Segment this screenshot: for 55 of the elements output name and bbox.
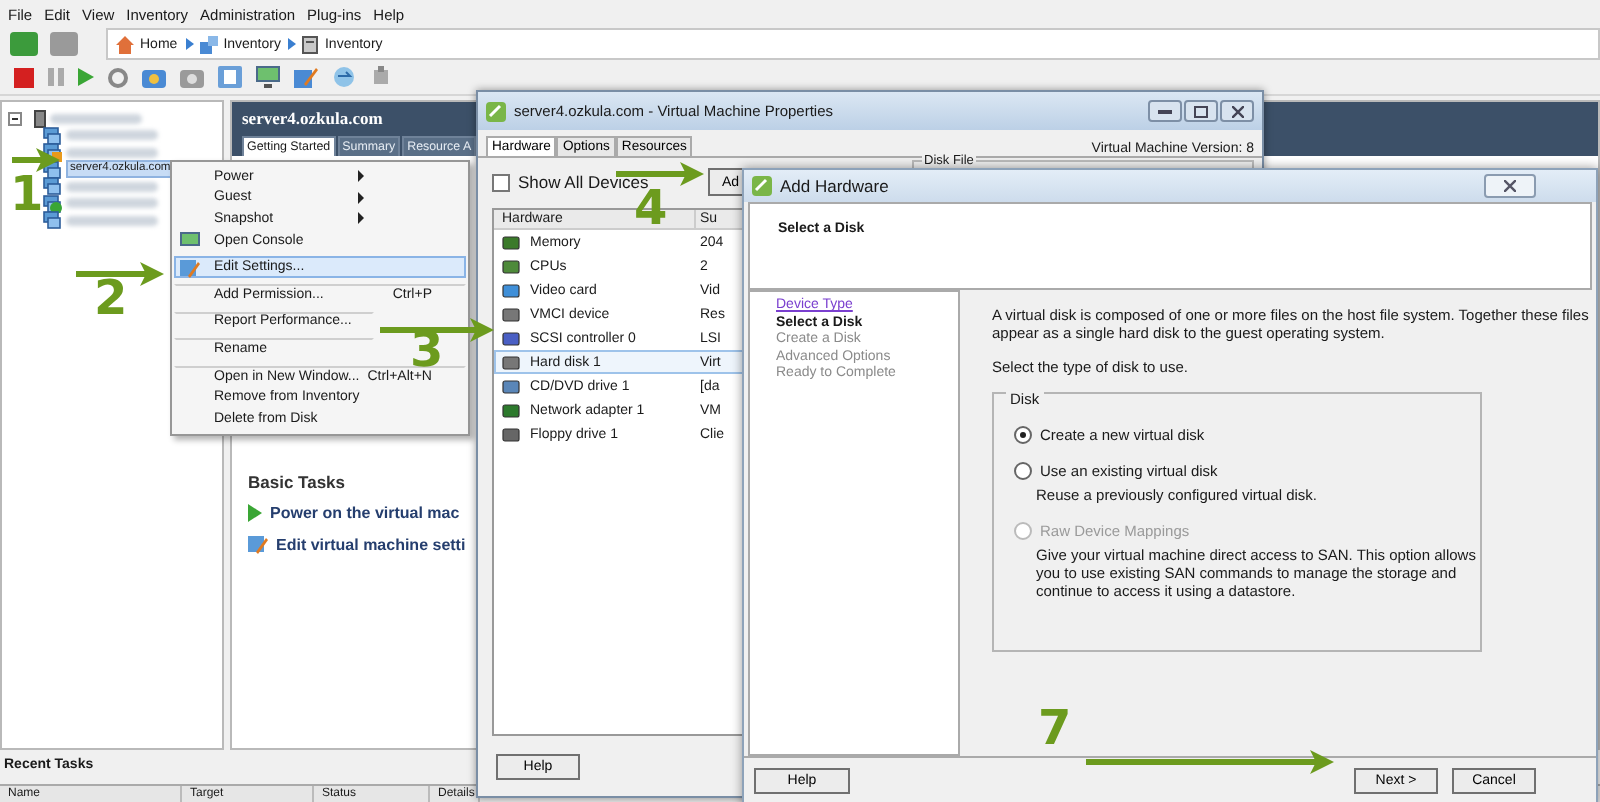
server-icon (34, 109, 46, 128)
console-icon (180, 231, 200, 250)
monitor-icon (502, 283, 520, 297)
refresh-icon[interactable] (108, 67, 128, 87)
panel-title: server4.ozkula.com (242, 106, 383, 128)
edit-icon (180, 257, 200, 278)
maximize-icon (1194, 105, 1208, 117)
close-button[interactable] (1484, 174, 1536, 198)
console-icon[interactable] (256, 66, 280, 88)
drive-icon (502, 355, 520, 369)
stop-icon[interactable] (14, 67, 34, 87)
collapse-icon[interactable] (8, 111, 22, 126)
drive-icon (502, 307, 520, 321)
virtual-machine-icon (42, 176, 62, 197)
task-link[interactable]: Edit virtual machine setti (276, 535, 466, 553)
manager-icon[interactable] (218, 66, 242, 88)
play-icon (248, 504, 262, 522)
migrate-icon[interactable] (332, 66, 356, 88)
step-number: 1 (10, 172, 44, 216)
section-heading: Basic Tasks (248, 472, 346, 492)
chip-icon (502, 259, 520, 273)
virtual-machine-icon (42, 210, 62, 231)
snapshot-icon[interactable] (142, 66, 166, 88)
checkbox[interactable] (492, 173, 510, 191)
step-number: 7 (1038, 706, 1072, 750)
window-icon (752, 176, 772, 196)
close-button[interactable] (1220, 100, 1254, 122)
chevron-icon (185, 38, 194, 50)
server-icon (302, 35, 319, 53)
task-link[interactable]: Power on the virtual mac (270, 504, 460, 522)
dialog-title: Add Hardware (780, 176, 889, 196)
radio-button[interactable] (1014, 426, 1032, 444)
memory-icon (502, 235, 520, 249)
play-icon[interactable] (78, 68, 94, 86)
edit-icon[interactable] (294, 66, 318, 88)
window-icon (486, 101, 506, 121)
minimize-button[interactable] (1148, 100, 1182, 122)
plugin-icon[interactable] (370, 66, 392, 88)
inventory-icon (199, 35, 218, 53)
chevron-icon (288, 38, 297, 50)
close-icon (1504, 180, 1516, 192)
pointer-arrow (12, 148, 60, 172)
checkbox-label[interactable]: Show All Devices (518, 172, 649, 192)
floppy-drive-icon (502, 427, 520, 441)
step-number: 2 (94, 276, 128, 320)
close-icon (1231, 105, 1243, 117)
controller-icon (502, 331, 520, 345)
maximize-button[interactable] (1184, 100, 1218, 122)
edit-icon (248, 534, 268, 554)
minimize-icon (1158, 108, 1172, 114)
disc-drive-icon (502, 379, 520, 393)
camera-icon[interactable] (180, 66, 204, 88)
home-icon (116, 35, 134, 53)
network-card-icon (502, 403, 520, 417)
radio-button[interactable] (1014, 462, 1032, 480)
